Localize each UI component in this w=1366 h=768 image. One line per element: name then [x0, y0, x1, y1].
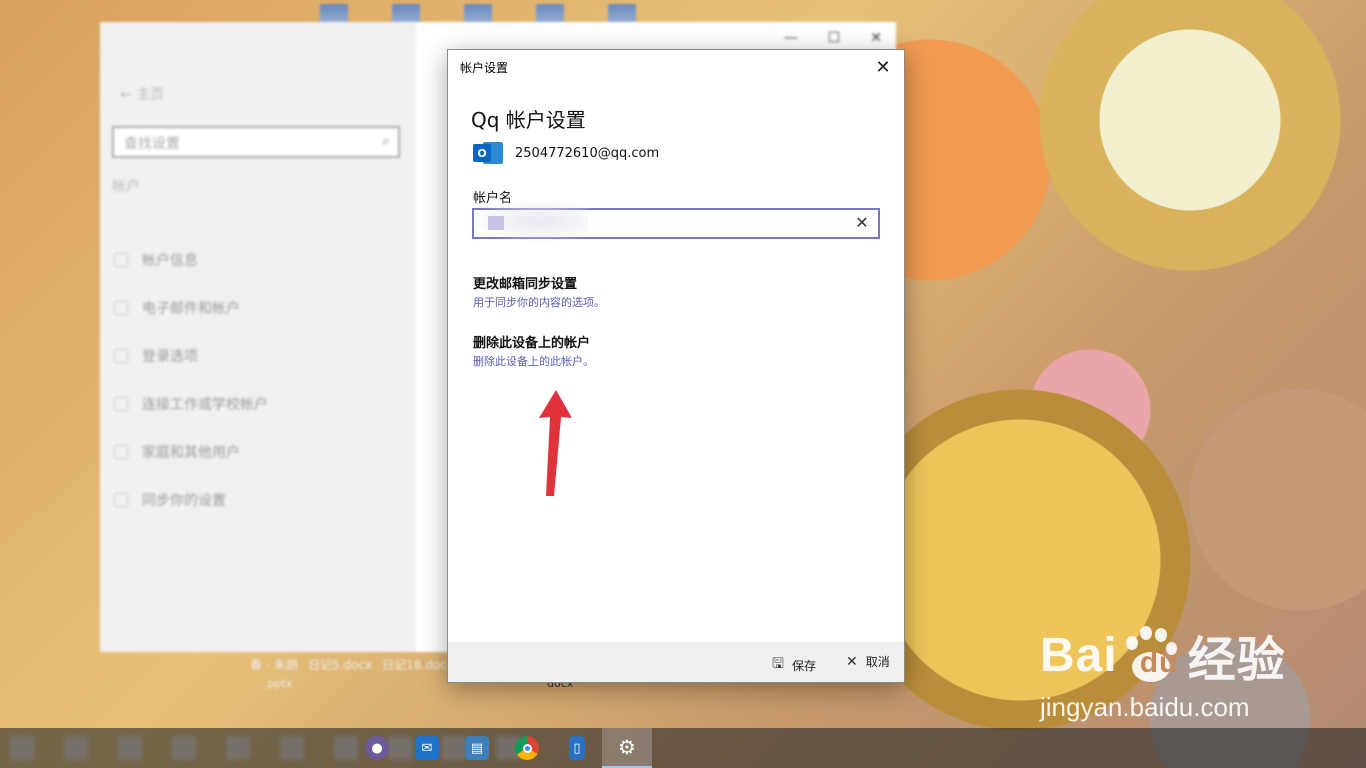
remove-subtitle: 删除此设备上的此帐户。 — [473, 355, 594, 368]
save-label: 保存 — [791, 658, 816, 673]
watermark-brand-suffix: du — [1139, 646, 1179, 679]
settings-icon: ⚙ — [618, 735, 636, 759]
dialog-titlebar: 帐户设置 ✕ — [448, 50, 904, 84]
sync-icon — [114, 493, 128, 507]
nav-label: 家庭和其他用户 — [142, 445, 240, 461]
taskbar-settings-app[interactable]: ⚙ — [602, 728, 652, 768]
close-icon[interactable]: ✕ — [870, 30, 882, 46]
settings-nav: 帐户信息 电子邮件和帐户 登录选项 连接工作或学校帐户 家庭和其他用户 同步你的… — [114, 236, 268, 524]
nav-item-work[interactable]: 连接工作或学校帐户 — [114, 380, 268, 428]
sync-title: 更改邮箱同步设置 — [473, 277, 578, 292]
remove-account-link[interactable]: 删除此设备上的帐户 删除此设备上的此帐户。 — [473, 332, 594, 369]
maximize-icon[interactable]: ☐ — [828, 30, 841, 46]
clear-icon[interactable]: ✕ — [852, 213, 872, 232]
search-placeholder: 查找设置 — [124, 136, 180, 152]
taskbar-app-icon[interactable] — [118, 736, 142, 760]
taskbar: ● ✉ ▤ ▯ ⚙ — [0, 728, 1366, 768]
file-label[interactable]: .pptx — [264, 677, 292, 690]
nav-label: 帐户信息 — [142, 253, 198, 269]
taskbar-apps: ● ✉ ▤ ▯ ⚙ — [352, 728, 652, 768]
taskbar-app-icon[interactable] — [280, 736, 304, 760]
news-icon: ▤ — [465, 736, 489, 760]
file-label[interactable]: 日记18.docx — [382, 656, 454, 673]
dialog-heading: Qq 帐户设置 — [471, 108, 586, 132]
minimize-icon[interactable]: — — [784, 30, 798, 46]
account-row: O 2504772610@qq.com — [473, 141, 659, 165]
watermark-url: jingyan.baidu.com — [1040, 692, 1250, 722]
cancel-button[interactable]: ✕ 取消 — [846, 653, 890, 670]
baidu-watermark: Bai du 经验 jingyan.baidu.com — [1040, 620, 1286, 723]
redacted-text — [468, 198, 588, 244]
start-icon[interactable] — [10, 736, 34, 760]
home-label: 主页 — [136, 87, 165, 103]
mail-icon: ✉ — [415, 736, 439, 760]
phone-icon: ▯ — [569, 736, 585, 760]
nav-item-sync[interactable]: 同步你的设置 — [114, 476, 268, 524]
taskbar-app-icon[interactable] — [172, 736, 196, 760]
red-arrow-annotation — [539, 390, 572, 496]
watermark-brand-cn: 经验 — [1187, 632, 1286, 688]
search-icon: ⌕ — [382, 133, 390, 149]
chrome-icon — [515, 736, 539, 760]
window-controls: — ☐ ✕ — [784, 30, 882, 46]
mail-icon — [114, 301, 128, 315]
nav-item-email[interactable]: 电子邮件和帐户 — [114, 284, 268, 332]
change-sync-settings-link[interactable]: 更改邮箱同步设置 用于同步你的内容的选项。 — [473, 273, 605, 310]
desktop-file-labels: 春 - 朱朗 日记5.docx 日记18.docx — [250, 656, 454, 673]
nav-label: 同步你的设置 — [142, 493, 226, 509]
section-label: 帐户 — [112, 179, 140, 195]
sync-subtitle: 用于同步你的内容的选项。 — [473, 296, 605, 309]
nav-label: 连接工作或学校帐户 — [142, 397, 268, 413]
cancel-label: 取消 — [865, 655, 890, 669]
taskbar-record-app[interactable]: ● — [352, 728, 402, 768]
outlook-icon: O — [473, 141, 503, 165]
save-icon: 🖫 — [772, 656, 784, 672]
settings-home-link[interactable]: ← 主页 — [120, 84, 164, 104]
account-email: 2504772610@qq.com — [515, 145, 660, 161]
taskbar-phone-app[interactable]: ▯ — [552, 728, 602, 768]
cancel-icon: ✕ — [846, 653, 858, 670]
close-icon[interactable]: ✕ — [870, 54, 896, 80]
remove-title: 删除此设备上的帐户 — [473, 336, 591, 351]
taskbar-app-icon[interactable] — [226, 736, 250, 760]
nav-item-account-info[interactable]: 帐户信息 — [114, 236, 268, 284]
save-button[interactable]: 🖫 保存 — [772, 653, 816, 677]
file-label[interactable]: 日记5.docx — [308, 656, 372, 673]
account-name-field[interactable]: ✕ — [468, 198, 880, 244]
nav-item-family[interactable]: 家庭和其他用户 — [114, 428, 268, 476]
dialog-title: 帐户设置 — [460, 61, 509, 75]
person-icon — [114, 253, 128, 267]
taskbar-news-app[interactable]: ▤ — [452, 728, 502, 768]
people-icon — [114, 445, 128, 459]
nav-label: 电子邮件和帐户 — [142, 301, 240, 317]
file-label[interactable]: 春 - 朱朗 — [250, 656, 298, 673]
settings-search-input[interactable]: 查找设置 ⌕ — [112, 126, 400, 158]
record-icon: ● — [365, 736, 389, 760]
dialog-footer: 🖫 保存 ✕ 取消 — [448, 642, 904, 682]
taskbar-app-icon[interactable] — [64, 736, 88, 760]
taskbar-mail-app[interactable]: ✉ — [402, 728, 452, 768]
briefcase-icon — [114, 397, 128, 411]
key-icon — [114, 349, 128, 363]
taskbar-chrome-app[interactable] — [502, 728, 552, 768]
account-settings-dialog: 帐户设置 ✕ Qq 帐户设置 O 2504772610@qq.com 帐户名 ✕… — [447, 49, 905, 683]
nav-label: 登录选项 — [142, 349, 198, 365]
watermark-brand: Bai — [1040, 628, 1118, 682]
nav-item-signin[interactable]: 登录选项 — [114, 332, 268, 380]
